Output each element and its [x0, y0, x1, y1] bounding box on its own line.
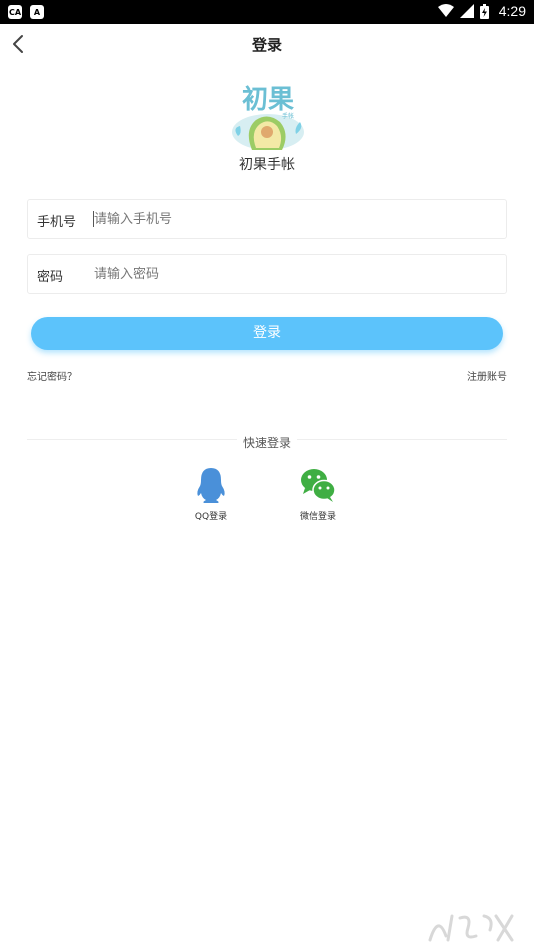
battery-icon [479, 3, 489, 19]
status-time: 4:29 [498, 3, 526, 19]
forgot-password-link[interactable]: 忘记密码？ [27, 368, 77, 383]
watermark-logo [424, 906, 524, 946]
a-notification-icon: A [30, 5, 44, 19]
phone-field[interactable]: 手机号 [27, 199, 507, 239]
nav-bar: 登录 [0, 24, 534, 64]
status-bar: CA A 4:29 [0, 0, 534, 24]
page-title: 登录 [251, 36, 282, 54]
qq-penguin-icon [192, 466, 230, 504]
logo-subtext: 手帐 [282, 112, 294, 120]
phone-input[interactable] [94, 206, 494, 232]
status-right: 4:29 [437, 3, 526, 19]
ca-notification-icon: CA [8, 5, 22, 19]
wechat-icon [299, 466, 337, 504]
wechat-login-label: 微信登录 [299, 512, 336, 522]
phone-label: 手机号 [37, 215, 77, 230]
register-link[interactable]: 注册账号 [467, 368, 507, 383]
app-name: 初果手帐 [239, 157, 295, 173]
signal-icon [459, 4, 474, 18]
qq-login-label: QQ登录 [194, 512, 228, 522]
password-label: 密码 [37, 270, 64, 285]
quick-login-title: 快速登录 [236, 436, 297, 450]
logo-text: 初果 [242, 85, 294, 115]
qq-login-button[interactable]: QQ登录 [181, 466, 241, 522]
status-left: CA A [8, 5, 44, 19]
login-button[interactable]: 登录 [31, 317, 503, 350]
wechat-login-button[interactable]: 微信登录 [288, 466, 348, 522]
password-input[interactable] [94, 261, 494, 287]
password-field[interactable]: 密码 [27, 254, 507, 294]
app-logo: 初果 手帐 [230, 78, 306, 152]
quick-login-title-row: 快速登录 [0, 432, 534, 451]
wifi-icon [437, 4, 454, 17]
